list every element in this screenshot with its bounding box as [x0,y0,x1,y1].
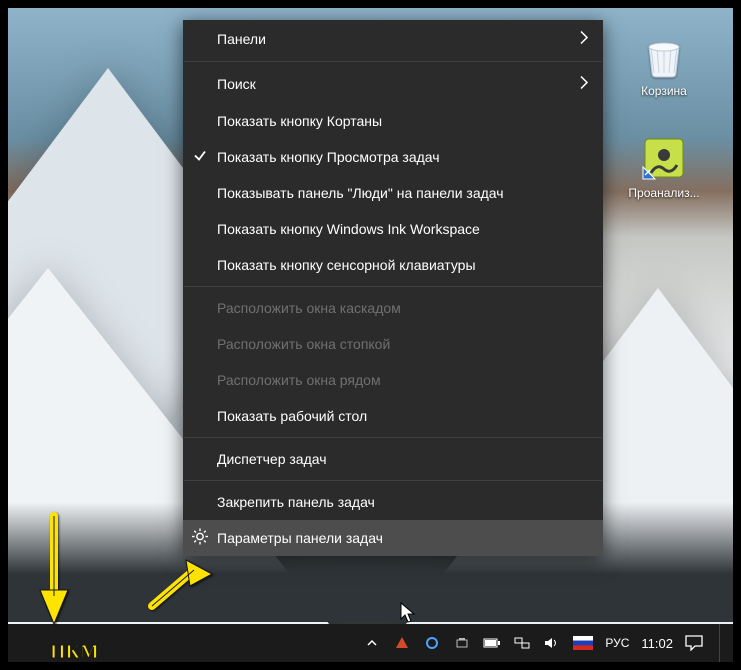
menu-item-panels[interactable]: Панели [183,20,603,58]
menu-item-label: Диспетчер задач [217,451,327,467]
menu-item-search[interactable]: Поиск [183,65,603,103]
system-tray: РУС 11:02 [363,624,733,662]
recycle-bin-icon[interactable]: Корзина [619,32,709,98]
menu-item-show-people[interactable]: Показывать панель "Люди" на панели задач [183,175,603,211]
menu-item-label: Показывать панель "Люди" на панели задач [217,185,504,201]
taskbar[interactable]: РУС 11:02 [8,624,733,662]
tray-app-icon[interactable] [453,634,471,652]
cursor-pointer-icon [400,602,418,629]
menu-item-label: Показать кнопку Кортаны [217,113,382,129]
menu-item-side-by-side: Расположить окна рядом [183,362,603,398]
menu-item-label: Закрепить панель задач [217,494,375,510]
chevron-right-icon [579,31,589,48]
menu-item-label: Расположить окна стопкой [217,336,390,352]
clock[interactable]: 11:02 [641,636,673,651]
menu-item-label: Панели [217,31,266,47]
menu-item-show-task-view[interactable]: Показать кнопку Просмотра задач [183,139,603,175]
check-icon [193,149,207,166]
menu-item-show-cortana[interactable]: Показать кнопку Кортаны [183,103,603,139]
menu-item-show-ink[interactable]: Показать кнопку Windows Ink Workspace [183,211,603,247]
menu-item-label: Расположить окна рядом [217,372,381,388]
annotation-arrow [14,508,72,633]
app-shortcut-icon[interactable]: Проанализ... [619,134,709,200]
recycle-bin-label: Корзина [619,84,709,98]
menu-item-label: Поиск [217,76,256,92]
show-desktop-button[interactable] [719,624,725,662]
menu-item-show-touch-kbd[interactable]: Показать кнопку сенсорной клавиатуры [183,247,603,283]
language-indicator[interactable]: РУС [605,636,629,650]
annotation-arrow [146,556,216,617]
gear-icon [191,528,209,549]
menu-item-label: Показать кнопку сенсорной клавиатуры [217,257,476,273]
menu-item-label: Показать кнопку Windows Ink Workspace [217,221,480,237]
network-icon[interactable] [513,634,531,652]
desktop-wallpaper: Корзина Проанализ... Панели Поиск [8,8,733,662]
app-shortcut-label: Проанализ... [619,186,709,200]
menu-item-cascade: Расположить окна каскадом [183,290,603,326]
action-center-icon[interactable] [685,634,703,652]
tray-app-icon[interactable] [423,634,441,652]
volume-icon[interactable] [543,634,561,652]
menu-item-label: Показать кнопку Просмотра задач [217,149,440,165]
tray-chevron-up-icon[interactable] [363,634,381,652]
chevron-right-icon [579,76,589,93]
taskbar-context-menu: Панели Поиск Показать кнопку Кортаны Пок… [183,20,603,556]
language-flag-icon[interactable] [573,634,593,652]
menu-item-show-desktop[interactable]: Показать рабочий стол [183,398,603,434]
menu-item-label: Показать рабочий стол [217,408,367,424]
annotation-label: ПКМ [50,641,99,664]
menu-item-task-manager[interactable]: Диспетчер задач [183,441,603,477]
menu-item-taskbar-settings[interactable]: Параметры панели задач [183,520,603,556]
menu-item-label: Расположить окна каскадом [217,300,401,316]
menu-item-label: Параметры панели задач [217,530,383,546]
menu-item-lock-taskbar[interactable]: Закрепить панель задач [183,484,603,520]
menu-item-stacked: Расположить окна стопкой [183,326,603,362]
battery-icon[interactable] [483,634,501,652]
tray-app-icon[interactable] [393,634,411,652]
